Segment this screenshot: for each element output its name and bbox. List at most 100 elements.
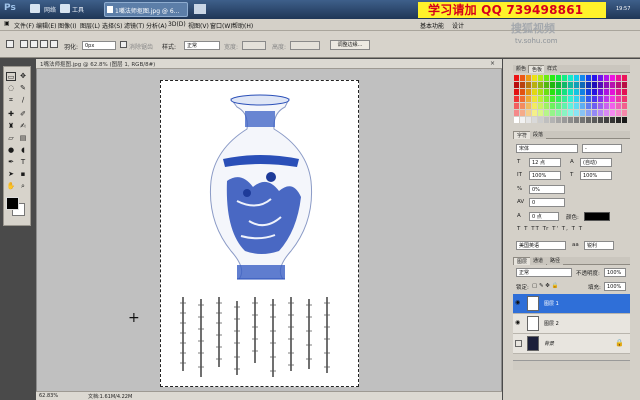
lock-icons[interactable]: ▢ ✎ ✥ 🔒 — [532, 283, 559, 289]
swatch-cell[interactable] — [586, 96, 591, 102]
menu-window[interactable]: 窗口(W) — [210, 21, 233, 30]
swatch-cell[interactable] — [532, 75, 537, 81]
antialias-select[interactable]: 锐利 — [584, 241, 614, 250]
swatch-cell[interactable] — [550, 103, 555, 109]
swatch-cell[interactable] — [586, 117, 591, 123]
font-family-select[interactable]: 宋体 — [516, 144, 578, 153]
swatch-cell[interactable] — [598, 110, 603, 116]
swatch-cell[interactable] — [586, 110, 591, 116]
feather-input[interactable]: 0px — [82, 41, 116, 50]
swatch-cell[interactable] — [574, 82, 579, 88]
swatch-cell[interactable] — [580, 89, 585, 95]
tracking-input[interactable]: 0% — [529, 185, 565, 194]
menu-3d[interactable]: 3D(D) — [168, 21, 186, 28]
swatch-cell[interactable] — [568, 82, 573, 88]
swatch-cell[interactable] — [580, 82, 585, 88]
swatch-cell[interactable] — [526, 75, 531, 81]
swatch-cell[interactable] — [538, 96, 543, 102]
new-selection-icon[interactable] — [20, 40, 28, 48]
swatch-cell[interactable] — [610, 117, 615, 123]
tab-layers[interactable]: 图层 — [513, 257, 532, 265]
swatch-cell[interactable] — [514, 82, 519, 88]
swatch-cell[interactable] — [514, 96, 519, 102]
crop-tool-icon[interactable]: ⌗ — [6, 96, 16, 105]
tab-character[interactable]: 字符 — [513, 131, 532, 139]
swatch-cell[interactable] — [556, 110, 561, 116]
swatch-cell[interactable] — [538, 117, 543, 123]
swatch-cell[interactable] — [562, 82, 567, 88]
swatch-cell[interactable] — [520, 96, 525, 102]
swatch-cell[interactable] — [580, 96, 585, 102]
swatch-cell[interactable] — [532, 82, 537, 88]
brush-tool-icon[interactable]: ✐ — [18, 110, 28, 119]
swatch-cell[interactable] — [514, 103, 519, 109]
swatch-cell[interactable] — [580, 110, 585, 116]
tab-color[interactable]: 颜色 — [513, 65, 530, 73]
visibility-eye-icon[interactable] — [515, 340, 522, 347]
swatch-cell[interactable] — [574, 110, 579, 116]
add-selection-icon[interactable] — [30, 40, 38, 48]
move-tool-icon[interactable]: ✥ — [18, 72, 28, 81]
swatch-cell[interactable] — [574, 75, 579, 81]
swatch-cell[interactable] — [538, 75, 543, 81]
stamp-tool-icon[interactable]: ♜ — [6, 122, 16, 131]
swatch-cell[interactable] — [610, 96, 615, 102]
antialias-checkbox[interactable] — [120, 41, 127, 48]
menu-image[interactable]: 图像(I) — [58, 21, 76, 30]
swatch-cell[interactable] — [604, 110, 609, 116]
swatch-cell[interactable] — [538, 103, 543, 109]
kerning-input[interactable]: 0 — [529, 198, 565, 207]
refine-edge-button[interactable]: 调整边缘... — [330, 40, 370, 50]
taskbar-menu-tools[interactable]: 工具 — [72, 5, 84, 14]
swatch-cell[interactable] — [514, 110, 519, 116]
swatch-cell[interactable] — [556, 89, 561, 95]
taskbar-document-tab[interactable]: 1嘴法师抠图.jpg @ 6… — [104, 2, 188, 17]
language-select[interactable]: 美国英语 — [516, 241, 566, 250]
swatch-cell[interactable] — [556, 117, 561, 123]
swatch-cell[interactable] — [622, 110, 627, 116]
swatch-cell[interactable] — [592, 103, 597, 109]
tools-icon[interactable] — [60, 4, 70, 13]
font-style-select[interactable]: - — [582, 144, 622, 153]
eyedropper-tool-icon[interactable]: ∕ — [18, 96, 28, 105]
swatch-cell[interactable] — [544, 117, 549, 123]
swatch-cell[interactable] — [604, 89, 609, 95]
swatch-cell[interactable] — [544, 82, 549, 88]
swatch-cell[interactable] — [568, 89, 573, 95]
swatch-cell[interactable] — [586, 89, 591, 95]
swatch-cell[interactable] — [556, 103, 561, 109]
swatch-cell[interactable] — [520, 110, 525, 116]
width-input[interactable] — [242, 41, 266, 50]
menu-edit[interactable]: 编辑(E) — [36, 21, 56, 30]
swatch-cell[interactable] — [550, 110, 555, 116]
swatch-cell[interactable] — [604, 103, 609, 109]
layer-row[interactable]: ◉ 图层 1 — [513, 294, 630, 314]
swatch-cell[interactable] — [514, 89, 519, 95]
swatch-cell[interactable] — [532, 103, 537, 109]
swatch-cell[interactable] — [604, 96, 609, 102]
swatch-cell[interactable] — [616, 110, 621, 116]
swatch-cell[interactable] — [520, 103, 525, 109]
style-select[interactable]: 正常 — [184, 41, 220, 50]
menu-view[interactable]: 视图(V) — [188, 21, 209, 30]
swatch-cell[interactable] — [610, 103, 615, 109]
swatch-cell[interactable] — [574, 89, 579, 95]
path-select-tool-icon[interactable]: ➤ — [6, 170, 16, 179]
marquee-preset-icon[interactable] — [6, 40, 14, 48]
swatch-cell[interactable] — [562, 75, 567, 81]
swatch-cell[interactable] — [598, 117, 603, 123]
swatch-cell[interactable] — [592, 96, 597, 102]
dodge-tool-icon[interactable]: ◖ — [18, 146, 28, 155]
swatch-cell[interactable] — [514, 117, 519, 123]
swatch-cell[interactable] — [562, 117, 567, 123]
visibility-eye-icon[interactable]: ◉ — [515, 300, 523, 306]
swatch-cell[interactable] — [556, 96, 561, 102]
fill-input[interactable]: 100% — [604, 282, 626, 291]
swatch-cell[interactable] — [568, 103, 573, 109]
document-tab[interactable]: 1嘴法师抠图.jpg @ 62.8% (图层 1, RGB/8#) — [36, 59, 502, 69]
swatch-cell[interactable] — [520, 117, 525, 123]
swatch-cell[interactable] — [592, 117, 597, 123]
swatch-cell[interactable] — [580, 103, 585, 109]
swatch-cell[interactable] — [568, 96, 573, 102]
swatch-cell[interactable] — [610, 89, 615, 95]
